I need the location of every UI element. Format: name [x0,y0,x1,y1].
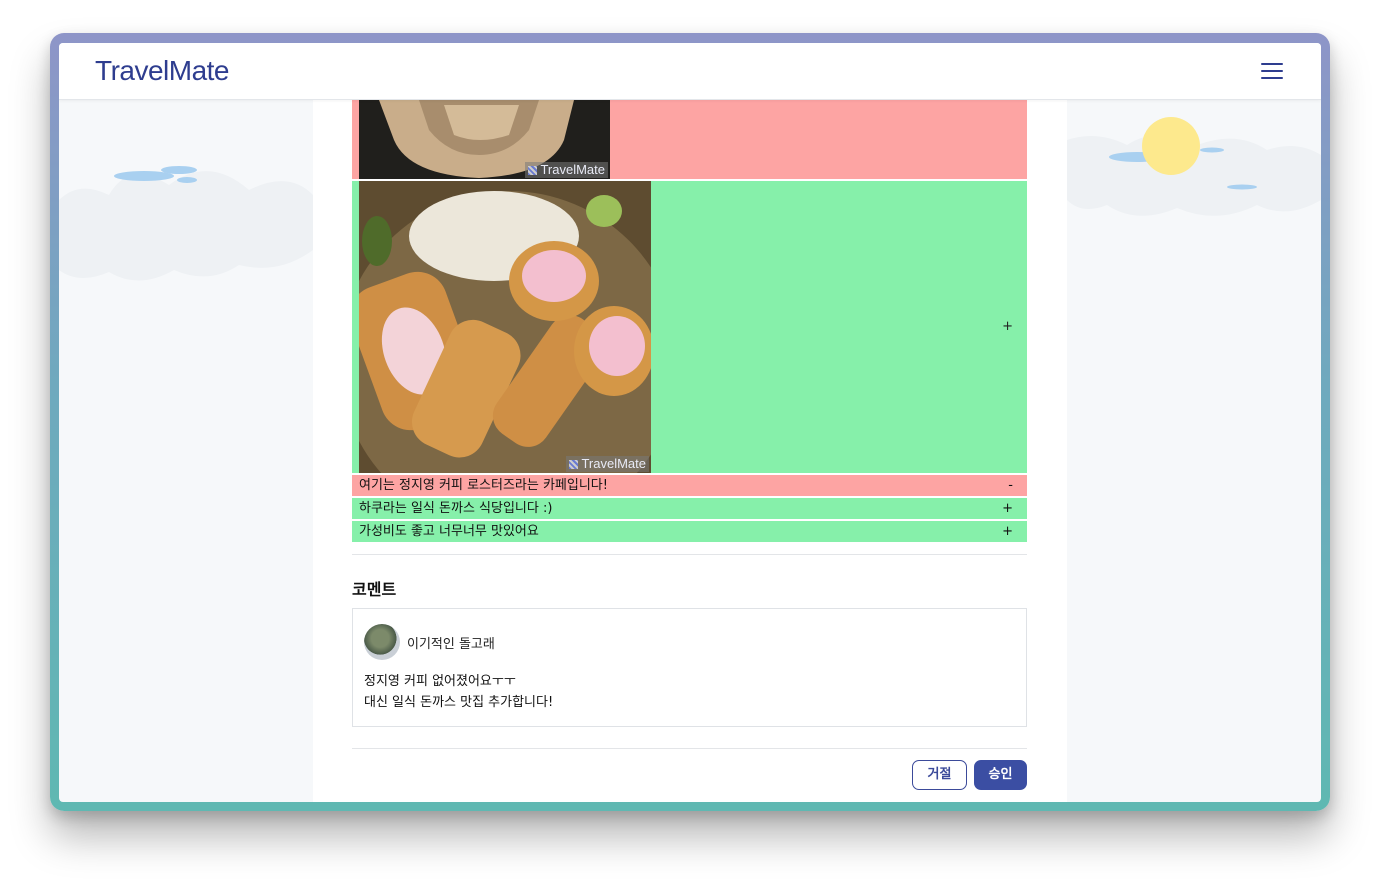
added-marker: + [1002,501,1013,516]
removed-text-line: 여기는 정지영 커피 로스터즈라는 카페입니다! - [352,475,1027,496]
watermark-label: TravelMate [525,162,608,178]
added-tonkatsu-photo: TravelMate [359,181,651,473]
watermark-label: TravelMate [566,456,649,472]
added-text-line: 하쿠라는 일식 돈까스 식당입니다 :) + [352,498,1027,519]
hamburger-menu-icon[interactable] [1261,63,1283,80]
cloud-illustration-left [59,166,313,281]
comments-title: 코멘트 [352,580,397,599]
tonkatsu-image [359,181,651,473]
browser-frame: TravelMate TravelMate TravelMate + 여기는 정… [50,33,1330,811]
removed-photo-block: TravelMate [352,100,1027,179]
added-text-line: 가성비도 좋고 너무너무 맛있어요 + [352,521,1027,542]
right-background-illustration [1067,100,1321,802]
approve-button[interactable]: 승인 [974,760,1027,790]
removed-cafe-photo: TravelMate [359,100,610,179]
comment-author: 이기적인 돌고래 [407,637,495,652]
review-content-panel: TravelMate TravelMate + 여기는 정지영 커피 로스터즈라… [313,100,1067,802]
app-logo[interactable]: TravelMate [95,55,230,87]
comment-card: 이기적인 돌고래 정지영 커피 없어졌어요ㅜㅜ 대신 일식 돈까스 맛집 추가합… [352,608,1027,727]
line-text: 여기는 정지영 커피 로스터즈라는 카페입니다! [359,478,608,493]
line-text: 하쿠라는 일식 돈까스 식당입니다 :) [359,501,553,516]
added-marker: + [1002,524,1013,539]
added-marker: + [1002,319,1013,334]
line-text: 가성비도 좋고 너무너무 맛있어요 [359,524,539,539]
added-photo-block: TravelMate + [352,181,1027,473]
actions-divider [352,748,1027,749]
removed-marker: - [1008,478,1013,493]
section-divider [352,554,1027,555]
top-nav: TravelMate [59,43,1321,100]
app-window: TravelMate TravelMate TravelMate + 여기는 정… [59,43,1321,802]
left-background-illustration [59,100,313,802]
sun-cloud-illustration-right [1067,117,1321,216]
reject-button[interactable]: 거절 [912,760,967,790]
avatar [364,624,400,660]
comment-body: 정지영 커피 없어졌어요ㅜㅜ 대신 일식 돈까스 맛집 추가합니다! [364,674,554,710]
